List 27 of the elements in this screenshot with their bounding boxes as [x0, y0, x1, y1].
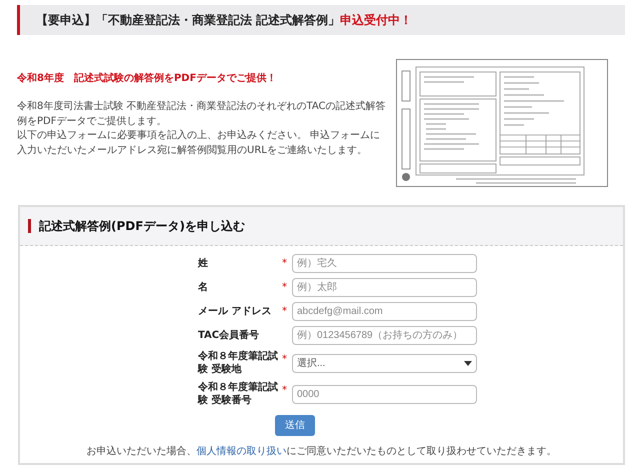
- caret-icon: [464, 360, 472, 366]
- required-mark: *: [282, 258, 287, 269]
- input-field[interactable]: abcdefg@mail.com: [292, 302, 477, 321]
- required-mark: *: [282, 385, 287, 396]
- intro-paragraph: 令和8年度司法書士試験 不動産登記法・商業登記法のそれぞれのTACの記述式解答例をPDFデータでご提供します。: [17, 100, 387, 128]
- privacy-link[interactable]: 個人情報の取り扱い: [196, 446, 286, 457]
- required-mark: *: [282, 306, 287, 317]
- input-field[interactable]: 例）0123456789（お持ちの方のみ）: [292, 326, 477, 345]
- headline: 令和8年度 記述式試験の解答例をPDFデータでご提供！: [17, 71, 278, 86]
- input-field[interactable]: 例）太郎: [292, 278, 477, 297]
- field-label: 令和８年度筆記試験 受験地: [198, 350, 279, 376]
- select-field[interactable]: 選択...: [292, 354, 477, 372]
- required-mark: *: [282, 282, 287, 293]
- notice-text: お申込いただいた場合、個人情報の取り扱いにご同意いただいたものとして取り扱わせていただきます。: [86, 444, 558, 459]
- field-label: 名: [198, 281, 209, 294]
- header-title: 【要申込】「不動産登記法・商業登記法 記述式解答例」: [36, 13, 340, 27]
- intro-paragraph: 以下の申込フォームに必要事項を記入の上、お申込みください。 申込フォームに入力いただいたメールアドレス宛に解答例閲覧用のURLをご連絡いたします。: [17, 129, 382, 158]
- status-text: 申込受付中！: [340, 13, 412, 27]
- form-title: 記述式解答例(PDFデータ)を申し込む: [28, 219, 245, 233]
- field-label: 令和８年度筆記試験 受験番号: [198, 381, 279, 407]
- field-label: メール アドレス: [198, 305, 272, 318]
- field-label: TAC会員番号: [198, 329, 260, 342]
- input-field[interactable]: 例）宅久: [292, 254, 477, 273]
- input-field[interactable]: 0000: [292, 384, 477, 404]
- required-mark: *: [282, 354, 287, 365]
- field-label: 姓: [198, 257, 209, 270]
- submit-button[interactable]: 送信: [275, 415, 315, 436]
